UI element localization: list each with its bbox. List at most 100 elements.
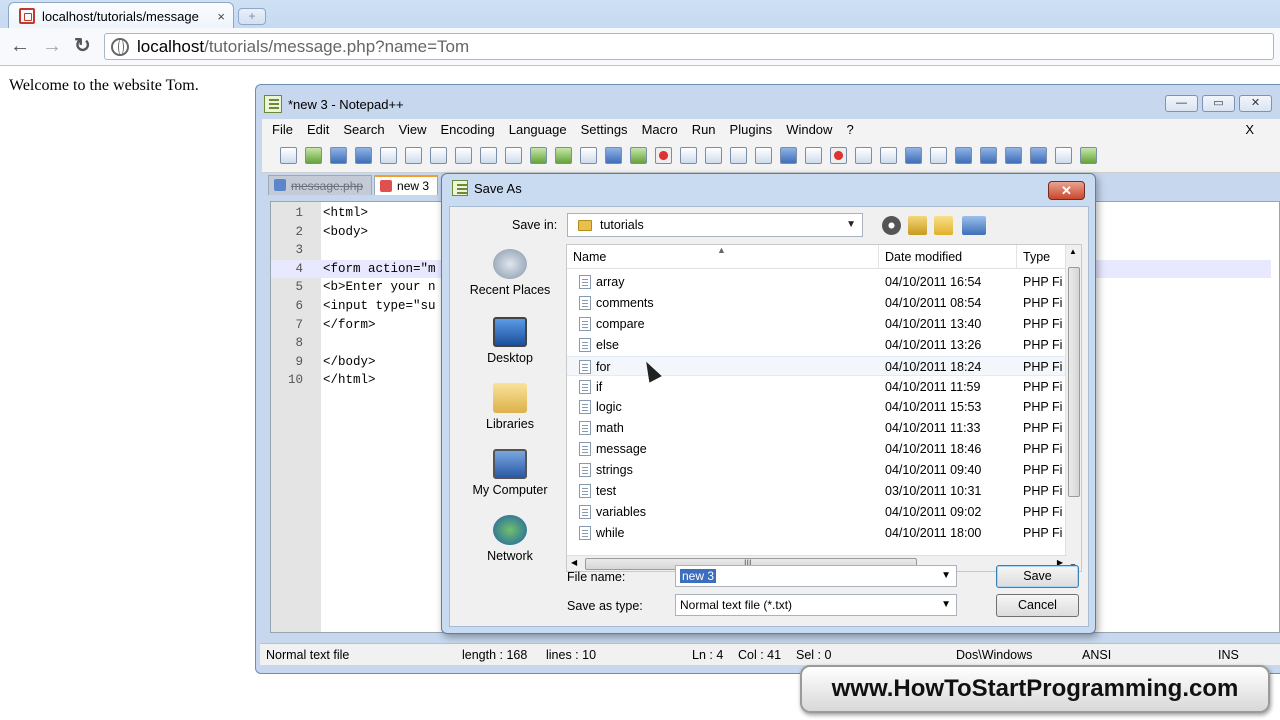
undo-icon[interactable] (530, 147, 547, 164)
file-row[interactable]: test 03/10/2011 10:31 PHP Fi (567, 481, 1067, 502)
column-date[interactable]: Date modified (885, 250, 962, 264)
redo-icon[interactable] (555, 147, 572, 164)
menu-encoding[interactable]: Encoding (441, 122, 495, 137)
menu-search[interactable]: Search (343, 122, 384, 137)
save-all-icon[interactable] (355, 147, 372, 164)
menu-help[interactable]: ? (846, 122, 853, 137)
file-row[interactable]: while 04/10/2011 18:00 PHP Fi (567, 523, 1067, 544)
up-folder-icon[interactable] (908, 216, 927, 235)
place-computer[interactable]: My Computer (458, 449, 562, 497)
file-list-header: Name ▲ Date modified Type (567, 245, 1081, 269)
record-macro-icon[interactable] (830, 147, 847, 164)
maximize-button[interactable]: ▭ (1202, 95, 1235, 112)
new-file-icon[interactable] (280, 147, 297, 164)
menu-language[interactable]: Language (509, 122, 567, 137)
address-bar[interactable]: localhost/tutorials/message.php?name=Tom (104, 33, 1274, 60)
file-row[interactable]: comments 04/10/2011 08:54 PHP Fi (567, 293, 1067, 314)
menu-file[interactable]: File (272, 122, 293, 137)
place-libraries[interactable]: Libraries (458, 383, 562, 431)
save-button[interactable]: Save (996, 565, 1079, 588)
stop-macro-icon[interactable] (855, 147, 872, 164)
forward-icon[interactable]: → (42, 36, 62, 56)
column-name[interactable]: Name (573, 250, 606, 264)
file-row[interactable]: math 04/10/2011 11:33 PHP Fi (567, 418, 1067, 439)
show-all-chars-icon[interactable] (755, 147, 772, 164)
file-row[interactable]: message 04/10/2011 18:46 PHP Fi (567, 439, 1067, 460)
back-icon[interactable]: ← (10, 36, 30, 56)
new-folder-icon[interactable] (934, 216, 953, 235)
save-type-select[interactable]: Normal text file (*.txt) ▼ (675, 594, 957, 616)
favicon-icon (19, 8, 35, 24)
cut-icon[interactable] (455, 147, 472, 164)
window-close-button[interactable]: ✕ (1239, 95, 1272, 112)
file-list[interactable]: Name ▲ Date modified Type array 04/10/201… (566, 244, 1082, 572)
file-row[interactable]: strings 04/10/2011 09:40 PHP Fi (567, 460, 1067, 481)
file-tab-message[interactable]: message.php (268, 175, 373, 195)
menu-window[interactable]: Window (786, 122, 832, 137)
sync-vertical-icon[interactable] (680, 147, 697, 164)
new-tab-button[interactable]: + (238, 8, 266, 25)
save-type-value: Normal text file (*.txt) (680, 598, 793, 612)
sync-horizontal-icon[interactable] (705, 147, 722, 164)
file-row[interactable]: else 04/10/2011 13:26 PHP Fi (567, 335, 1067, 356)
menu-edit[interactable]: Edit (307, 122, 329, 137)
copy-icon[interactable] (480, 147, 497, 164)
spell-check-icon[interactable] (1080, 147, 1097, 164)
dialog-close-button[interactable]: ✕ (1048, 181, 1085, 200)
doc-close-icon[interactable]: X (1245, 122, 1254, 137)
close-all-icon[interactable] (405, 147, 422, 164)
play-macro-icon[interactable] (880, 147, 897, 164)
down-arrow-icon[interactable] (1005, 147, 1022, 164)
vertical-scrollbar[interactable]: ▲ ▼ (1065, 245, 1081, 571)
run-macro-multiple-icon[interactable] (905, 147, 922, 164)
file-tab-new3[interactable]: new 3 (374, 175, 439, 195)
doc-map-icon[interactable] (805, 147, 822, 164)
file-row[interactable]: variables 04/10/2011 09:02 PHP Fi (567, 502, 1067, 523)
file-name-input[interactable]: new 3 ▼ (675, 565, 957, 587)
column-type[interactable]: Type (1023, 250, 1050, 264)
menu-plugins[interactable]: Plugins (730, 122, 773, 137)
vertical-scroll-thumb[interactable] (1068, 267, 1080, 497)
cancel-button[interactable]: Cancel (996, 594, 1079, 617)
fold-icon[interactable] (955, 147, 972, 164)
print-icon[interactable] (430, 147, 447, 164)
browser-tab[interactable]: localhost/tutorials/message × (8, 2, 234, 29)
back-folder-icon[interactable] (882, 216, 901, 235)
reload-icon[interactable]: ↻ (74, 36, 91, 56)
indent-guide-icon[interactable] (780, 147, 797, 164)
find-icon[interactable] (580, 147, 597, 164)
replace-icon[interactable] (605, 147, 622, 164)
scroll-left-icon[interactable]: ◀ (571, 558, 577, 567)
menu-run[interactable]: Run (692, 122, 716, 137)
file-row[interactable]: if 04/10/2011 11:59 PHP Fi (567, 377, 1067, 398)
place-network[interactable]: Network (458, 515, 562, 563)
tab-close-icon[interactable]: × (217, 9, 225, 24)
menu-view[interactable]: View (399, 122, 427, 137)
place-recent[interactable]: Recent Places (458, 249, 562, 297)
chevron-down-icon[interactable]: ▼ (941, 570, 951, 581)
save-in-dropdown[interactable]: tutorials ▼ (567, 213, 863, 237)
file-row[interactable]: array 04/10/2011 16:54 PHP Fi (567, 272, 1067, 293)
minimize-button[interactable]: — (1165, 95, 1198, 112)
paste-icon[interactable] (505, 147, 522, 164)
php-file-icon (579, 442, 591, 457)
menu-macro[interactable]: Macro (642, 122, 678, 137)
status-ln: Ln : 4 (692, 648, 724, 662)
zoom-out-icon[interactable] (655, 147, 672, 164)
zoom-in-icon[interactable] (630, 147, 647, 164)
close-file-icon[interactable] (380, 147, 397, 164)
place-desktop[interactable]: Desktop (458, 317, 562, 365)
file-row[interactable]: logic 04/10/2011 15:53 PHP Fi (567, 397, 1067, 418)
launch-icon[interactable] (1055, 147, 1072, 164)
open-file-icon[interactable] (305, 147, 322, 164)
unfold-icon[interactable] (1030, 147, 1047, 164)
word-wrap-icon[interactable] (730, 147, 747, 164)
save-icon[interactable] (330, 147, 347, 164)
file-row[interactable]: compare 04/10/2011 13:40 PHP Fi (567, 314, 1067, 335)
up-arrow-icon[interactable] (980, 147, 997, 164)
view-menu-icon[interactable] (962, 216, 986, 235)
scroll-up-icon[interactable]: ▲ (1069, 247, 1077, 256)
save-macro-icon[interactable] (930, 147, 947, 164)
recent-places-icon (493, 249, 527, 279)
menu-settings[interactable]: Settings (581, 122, 628, 137)
